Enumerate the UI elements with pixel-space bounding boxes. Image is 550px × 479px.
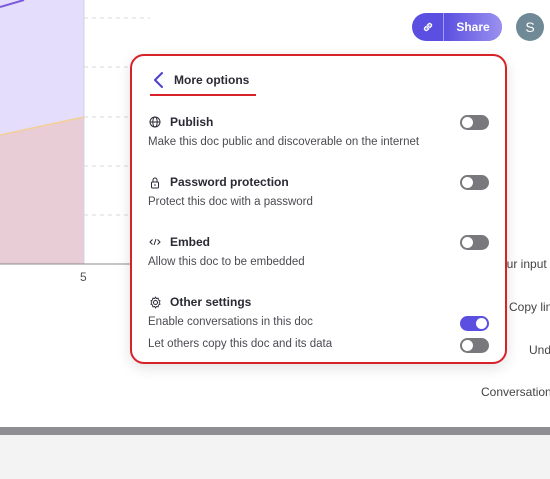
section-password: Password protection	[148, 175, 289, 189]
popup-title: More options	[174, 73, 250, 87]
publish-description: Make this doc public and discoverable on…	[148, 136, 420, 148]
chevron-left-icon	[154, 72, 163, 88]
title-underline	[150, 94, 256, 96]
globe-icon	[148, 115, 162, 129]
option-copy-data-label: Let others copy this doc and its data	[148, 338, 333, 350]
bg-text-undo[interactable]: Und	[529, 343, 550, 357]
password-toggle[interactable]	[460, 175, 489, 190]
app-screen: 5 our input Copy lin Und Conversation Sh…	[0, 0, 550, 479]
avatar[interactable]: S	[516, 13, 544, 41]
link-icon	[423, 22, 432, 32]
password-title: Password protection	[170, 175, 289, 189]
publish-title: Publish	[170, 115, 214, 129]
publish-toggle[interactable]	[460, 115, 489, 130]
section-other-settings: Other settings	[148, 295, 251, 309]
conversations-toggle[interactable]	[460, 316, 489, 331]
embed-title: Embed	[170, 235, 211, 249]
gear-icon	[148, 295, 162, 309]
x-tick-label: 5	[80, 270, 87, 284]
password-description: Protect this doc with a password	[148, 196, 313, 208]
bottom-panel	[0, 435, 550, 479]
section-embed: Embed	[148, 235, 210, 249]
other-settings-title: Other settings	[170, 295, 252, 309]
embed-description: Allow this doc to be embedded	[148, 256, 305, 268]
lock-icon	[148, 175, 162, 189]
option-conversations-label: Enable conversations in this doc	[148, 316, 313, 328]
share-button[interactable]: Share	[444, 13, 502, 41]
code-icon	[148, 235, 162, 249]
section-publish: Publish	[148, 115, 213, 129]
bg-text-input: our input	[500, 257, 547, 271]
copy-link-button[interactable]	[412, 13, 444, 41]
copy-data-toggle[interactable]	[460, 338, 489, 353]
bg-text-conversation[interactable]: Conversation	[481, 385, 550, 399]
bottom-divider	[0, 427, 550, 435]
bg-text-copy-link[interactable]: Copy lin	[509, 300, 550, 314]
more-options-popup: More options Publish Make this doc publi…	[130, 54, 507, 364]
back-button[interactable]: More options	[152, 71, 249, 89]
embed-toggle[interactable]	[460, 235, 489, 250]
share-button-group: Share	[412, 13, 502, 41]
chart-area-pink	[0, 117, 84, 264]
